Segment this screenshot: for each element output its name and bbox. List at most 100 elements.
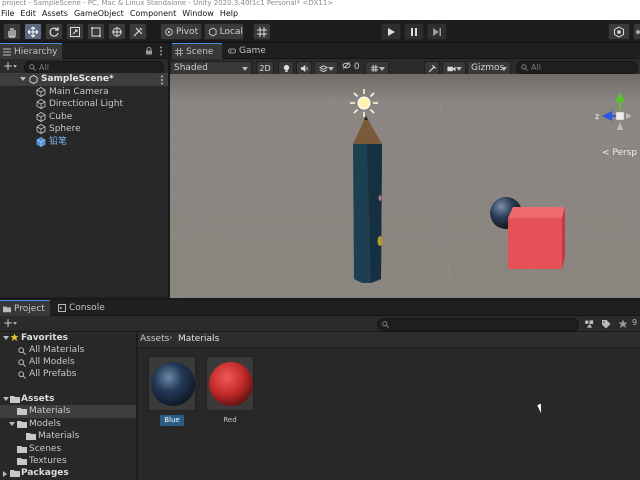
local-cube-icon	[209, 26, 217, 37]
folder-icon	[17, 408, 27, 415]
tab-scene[interactable]: Scene	[172, 43, 222, 59]
kebab-menu-icon[interactable]	[159, 46, 163, 56]
scene-search-placeholder: All	[531, 63, 541, 72]
label-tag-icon[interactable]	[601, 319, 611, 329]
local-toggle[interactable]: Local	[204, 23, 244, 40]
grid-snap-button[interactable]	[253, 23, 271, 40]
menu-assets[interactable]: Assets	[42, 8, 68, 20]
pause-button[interactable]	[404, 23, 424, 40]
play-button[interactable]	[381, 23, 401, 40]
material-label-blue[interactable]: Blue	[160, 415, 184, 426]
pivot-label: Pivot	[176, 26, 199, 37]
rect-tool-button[interactable]	[87, 23, 105, 40]
breadcrumb-materials[interactable]: Materials	[178, 334, 219, 344]
tab-project[interactable]: Project	[0, 300, 50, 316]
create-asset-button[interactable]: +	[3, 316, 13, 331]
search-icon	[18, 371, 26, 379]
menu-help[interactable]: Help	[220, 8, 238, 20]
menu-window[interactable]: Window	[182, 8, 214, 20]
tree-all-prefabs[interactable]: All Prefabs	[16, 368, 136, 381]
cloud-icon	[636, 29, 640, 34]
audio-toggle[interactable]	[296, 61, 312, 75]
pencil-object[interactable]	[350, 116, 390, 286]
scene-menu-icon[interactable]	[160, 75, 164, 85]
material-label-red[interactable]: Red	[218, 415, 242, 426]
tree-models-materials[interactable]: Materials	[0, 430, 136, 443]
effects-dropdown[interactable]	[314, 61, 338, 75]
project-search-input[interactable]	[377, 318, 579, 331]
menu-gameobject[interactable]: GameObject	[74, 8, 124, 20]
scene-search-input[interactable]: All	[516, 61, 638, 74]
tree-splitter[interactable]	[136, 332, 138, 480]
expand-arrow-icon[interactable]	[3, 336, 9, 340]
folder-open-icon	[17, 421, 27, 428]
directional-light-gizmo[interactable]	[348, 87, 380, 119]
wrench-icon	[428, 64, 436, 73]
transform-tool-button[interactable]	[108, 23, 126, 40]
move-tool-button[interactable]	[24, 23, 42, 40]
breadcrumb: Assets › Materials	[138, 332, 640, 348]
custom-tool-button[interactable]	[129, 23, 147, 40]
tree-item-label: Materials	[29, 406, 71, 416]
rotate-tool-button[interactable]	[45, 23, 63, 40]
grid-icon	[175, 48, 183, 56]
collab-button[interactable]	[633, 23, 640, 40]
pivot-toggle[interactable]: Pivot	[160, 23, 202, 40]
cube-outline-icon	[36, 124, 46, 134]
chevron-down-icon	[242, 67, 248, 71]
scene-tools-button[interactable]	[424, 61, 440, 75]
persp-label[interactable]: < Persp	[602, 148, 637, 158]
tab-hierarchy[interactable]: Hierarchy	[0, 43, 62, 59]
services-button[interactable]	[608, 23, 630, 40]
toggle-2d-button[interactable]: 2D	[256, 61, 274, 75]
breadcrumb-assets[interactable]: Assets	[140, 334, 169, 344]
red-cube-object[interactable]	[500, 204, 570, 274]
material-tile-blue[interactable]	[148, 356, 196, 411]
camera-settings-dropdown[interactable]	[442, 61, 466, 75]
gizmos-dropdown[interactable]: Gizmos	[467, 61, 511, 75]
menu-edit[interactable]: Edit	[20, 8, 36, 20]
gamepad-icon	[228, 48, 236, 54]
collapse-arrow-icon[interactable]	[3, 471, 7, 477]
scene-viewport[interactable]: z < Persp	[170, 74, 640, 298]
filter-by-type-icon[interactable]	[584, 319, 595, 329]
scene-toolbar: Shaded 2D 0 Gizmos All	[170, 59, 640, 75]
project-panel: Project Console + 9 Favorites All Materi…	[0, 300, 640, 480]
tab-console[interactable]: Console	[55, 300, 110, 316]
shading-mode-dropdown[interactable]: Shaded	[170, 61, 252, 75]
step-button[interactable]	[427, 23, 447, 40]
expand-arrow-icon[interactable]	[3, 397, 9, 401]
orientation-gizmo[interactable]: z	[582, 88, 638, 144]
hand-tool-button[interactable]	[3, 23, 21, 40]
chevron-down-icon	[328, 67, 334, 71]
hierarchy-search-placeholder: All	[39, 63, 49, 72]
chevron-down-icon	[379, 67, 385, 71]
hidden-objects-toggle[interactable]: 0	[342, 61, 360, 75]
menu-component[interactable]: Component	[130, 8, 176, 20]
tree-packages[interactable]: Packages	[0, 467, 136, 480]
hierarchy-item-directional-light[interactable]: Directional Light	[36, 98, 166, 111]
hierarchy-item-pencil[interactable]: 铅笔	[36, 136, 166, 149]
lighting-toggle[interactable]	[278, 61, 294, 75]
scene-tabstrip: Scene Game	[170, 43, 640, 59]
hierarchy-item-label: 铅笔	[49, 137, 68, 147]
tree-materials-selected[interactable]: Materials	[0, 405, 136, 418]
tree-item-label: All Prefabs	[29, 369, 77, 379]
scene-root-row[interactable]: SampleScene*	[0, 73, 168, 86]
expand-arrow-icon[interactable]	[20, 77, 26, 81]
material-tile-red[interactable]	[206, 356, 254, 411]
add-object-button[interactable]: +	[3, 59, 13, 74]
menu-file[interactable]: File	[1, 8, 14, 20]
expand-arrow-icon[interactable]	[9, 422, 15, 426]
folder-icon	[17, 458, 27, 465]
tab-game[interactable]: Game	[225, 43, 273, 59]
hidden-packages-count[interactable]: 9	[632, 318, 637, 327]
scale-tool-button[interactable]	[66, 23, 84, 40]
hierarchy-item-sphere[interactable]: Sphere	[36, 123, 166, 136]
favorite-star-icon[interactable]	[618, 319, 628, 329]
lock-icon[interactable]	[145, 47, 153, 55]
gizmo-axis-label: z	[595, 112, 599, 121]
move-arrows-icon	[27, 26, 39, 37]
eye-slash-icon	[342, 62, 351, 69]
grid-visibility-dropdown[interactable]	[365, 61, 389, 75]
